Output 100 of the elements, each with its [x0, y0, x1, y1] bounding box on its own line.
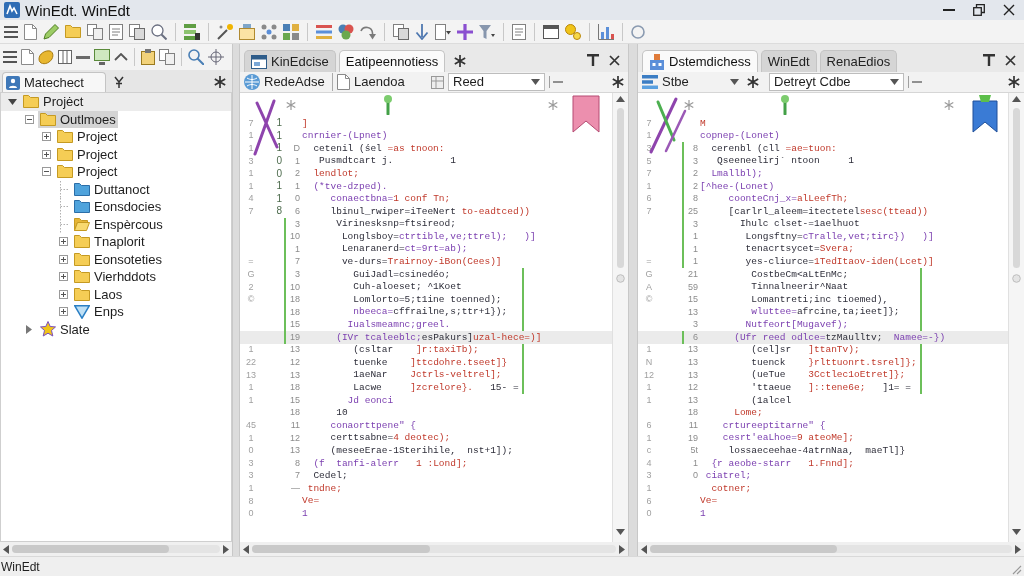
minus-icon[interactable] — [76, 55, 90, 59]
file-tab[interactable]: Laendoa — [332, 73, 427, 91]
t-bar-icon[interactable] — [587, 54, 599, 66]
menu-icon[interactable] — [3, 51, 17, 63]
expand-box-icon[interactable] — [58, 237, 68, 247]
expand-box-icon[interactable] — [58, 272, 68, 282]
new-file-icon[interactable] — [24, 23, 37, 40]
tab[interactable]: RenaEdios — [819, 50, 898, 72]
scroll-down-icon[interactable] — [1012, 529, 1021, 535]
blob-icon[interactable] — [38, 49, 54, 65]
panel-tab[interactable]: Matechect — [2, 72, 106, 92]
scrollbar-thumb[interactable] — [617, 108, 624, 268]
tree-item[interactable]: Vierhddots — [94, 270, 156, 284]
asterisk-icon[interactable] — [454, 55, 467, 67]
scrollbar-thumb[interactable] — [650, 545, 837, 553]
close-icon[interactable] — [609, 54, 620, 66]
t-bar-icon[interactable] — [983, 54, 995, 66]
search-icon[interactable] — [151, 23, 167, 40]
tree-item[interactable]: Project — [77, 147, 118, 161]
scrollbar-thumb[interactable] — [1013, 108, 1020, 268]
yen-sign-icon[interactable] — [114, 76, 124, 88]
circle-icon[interactable] — [631, 24, 645, 39]
scroll-right-icon[interactable] — [1015, 544, 1021, 554]
caret-icon[interactable] — [730, 79, 739, 85]
tab[interactable]: KinEdcise — [244, 50, 336, 72]
tree-item[interactable]: Projėct — [43, 95, 84, 109]
scroll-right-icon[interactable] — [223, 544, 229, 554]
coins-icon[interactable] — [565, 23, 581, 40]
toolbar-button[interactable]: Stbe — [642, 73, 726, 91]
asterisk-icon[interactable] — [1008, 76, 1020, 88]
minus-icon[interactable] — [549, 76, 563, 88]
caret-up-icon[interactable] — [114, 53, 128, 61]
expand-box-icon[interactable] — [58, 307, 68, 317]
copy-icon[interactable] — [159, 49, 175, 65]
monitor-icon[interactable] — [94, 49, 110, 65]
toolbar-button[interactable]: RedeAdse — [244, 73, 328, 91]
dots-icon[interactable] — [261, 23, 277, 40]
wand-icon[interactable] — [217, 23, 233, 40]
tab[interactable]: WinEdt — [760, 50, 817, 72]
minus-icon[interactable] — [908, 76, 922, 88]
tree-item[interactable]: Enspèrcous — [94, 217, 163, 231]
document-icon[interactable] — [109, 23, 123, 40]
list-icon[interactable] — [512, 23, 526, 40]
asterisk-icon[interactable] — [214, 76, 226, 88]
stack-icon[interactable] — [184, 23, 200, 40]
asterisk-icon[interactable] — [747, 76, 759, 88]
dropdown[interactable]: Reed — [448, 73, 545, 91]
tree-item[interactable]: Project — [77, 130, 118, 144]
columns-icon[interactable] — [58, 50, 72, 64]
restore-icon[interactable] — [973, 4, 985, 16]
expand-box-icon[interactable] — [41, 132, 51, 142]
tree-item[interactable]: Tnaplorit — [94, 235, 145, 249]
collapse-box-icon[interactable] — [41, 167, 51, 177]
close-icon[interactable] — [1003, 4, 1015, 16]
collapsed-arrow-icon[interactable] — [26, 324, 32, 334]
close-icon[interactable] — [1005, 54, 1016, 66]
new-file-icon[interactable] — [21, 49, 34, 65]
document-icon[interactable] — [435, 23, 451, 40]
crosshair-icon[interactable] — [208, 49, 224, 65]
pencil-icon[interactable] — [43, 23, 59, 40]
chart-icon[interactable] — [598, 23, 614, 40]
expand-box-icon[interactable] — [41, 149, 51, 159]
tree-item[interactable]: Eonsoteties — [94, 252, 162, 266]
tree-item[interactable]: Outlmoes — [60, 112, 116, 126]
clipboard-icon[interactable] — [141, 49, 155, 65]
scroll-down-icon[interactable] — [616, 529, 625, 535]
tree-item[interactable]: Eonsdocies — [94, 200, 162, 214]
menu-icon[interactable] — [4, 25, 18, 38]
scroll-left-icon[interactable] — [243, 544, 249, 554]
documents-icon[interactable] — [393, 23, 409, 40]
asterisk-icon[interactable] — [612, 76, 624, 88]
window-icon[interactable] — [543, 24, 559, 39]
tree-item[interactable]: Slate — [60, 322, 90, 336]
arrow-down-icon[interactable] — [415, 23, 429, 40]
scroll-up-icon[interactable] — [616, 96, 625, 102]
circles-icon[interactable] — [338, 23, 354, 40]
expanded-arrow-icon[interactable] — [7, 98, 17, 105]
grid-icon[interactable] — [431, 75, 444, 89]
search-icon[interactable] — [188, 49, 204, 65]
tree-item[interactable]: Laos — [94, 287, 123, 301]
tree-item[interactable]: Project — [77, 165, 118, 179]
expand-box-icon[interactable] — [58, 289, 68, 299]
tree-item[interactable]: Enps — [94, 305, 124, 319]
box-icon[interactable] — [239, 23, 255, 40]
dropdown[interactable]: Detreyt Cdbe — [769, 73, 904, 91]
scrollbar-thumb[interactable] — [12, 545, 169, 553]
expand-box-icon[interactable] — [58, 254, 68, 264]
tree-item[interactable]: Duttanoct — [94, 182, 150, 196]
documents-icon[interactable] — [129, 23, 145, 40]
scroll-left-icon[interactable] — [3, 544, 9, 554]
bars-icon[interactable] — [316, 24, 332, 39]
tab[interactable]: Dstemdichess — [642, 50, 758, 72]
scroll-up-icon[interactable] — [1012, 96, 1021, 102]
copy-icon[interactable] — [87, 23, 103, 40]
tiles-icon[interactable] — [283, 23, 299, 40]
tab[interactable]: Eatipeennotiess — [338, 50, 446, 72]
funnel-icon[interactable] — [479, 23, 495, 40]
scroll-left-icon[interactable] — [641, 544, 647, 554]
plus-icon[interactable] — [457, 23, 473, 40]
scroll-right-icon[interactable] — [619, 544, 625, 554]
